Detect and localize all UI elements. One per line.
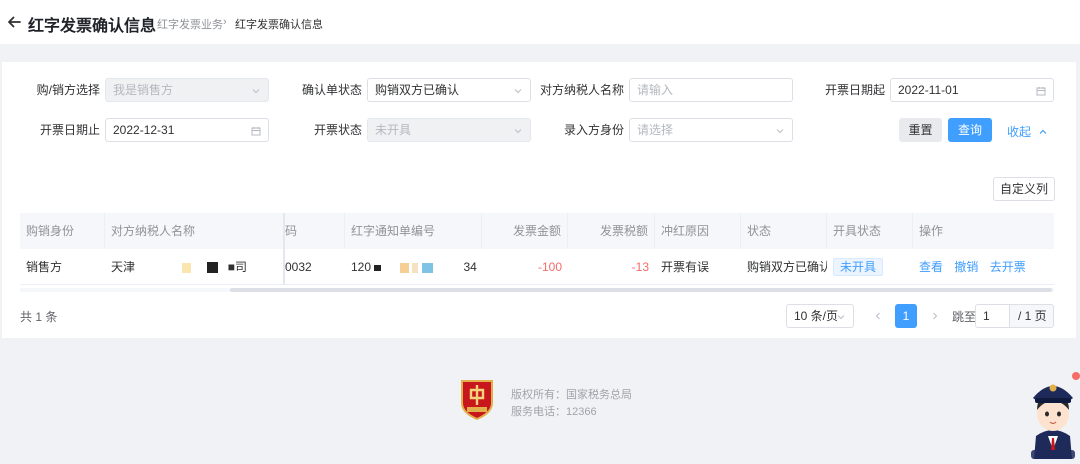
cell-counterparty: 天津 ■司 — [105, 249, 285, 285]
entry-role-select[interactable]: 请选择 — [629, 118, 793, 142]
issue-invoice-link[interactable]: 去开票 — [990, 260, 1026, 274]
collapse-toggle[interactable]: 收起 — [1007, 123, 1048, 139]
revoke-link[interactable]: 撤销 — [954, 260, 978, 274]
column-header-tax-id[interactable]: 码 — [285, 213, 345, 249]
cell-status: 购销双方已确认 — [741, 249, 827, 285]
breadcrumb-item-parent[interactable]: 红字发票业务 — [157, 16, 223, 32]
counterparty-name-prefix: 天津 — [111, 260, 136, 274]
date-from-picker[interactable]: 2022-11-01 — [890, 78, 1054, 102]
column-header-tax[interactable]: 发票税额 — [568, 213, 655, 249]
notice-number-prefix: 120 — [351, 260, 372, 274]
page-button-1[interactable]: 1 — [895, 304, 917, 328]
chevron-left-icon[interactable] — [872, 309, 884, 321]
jump-input[interactable]: 1 — [975, 304, 1010, 328]
calendar-icon — [1036, 87, 1046, 96]
chevron-down-icon — [252, 89, 260, 94]
redaction-block — [181, 262, 191, 273]
counterparty-placeholder: 请输入 — [637, 83, 674, 97]
issue-status-tag: 未开具 — [833, 258, 884, 276]
cell-tax-id: 0032 — [285, 249, 345, 285]
breadcrumb-separator: › — [223, 16, 227, 28]
mascot-icon[interactable] — [1026, 370, 1080, 459]
customize-columns-button[interactable]: 自定义列 — [993, 177, 1055, 201]
cell-actions: 查看 撤销 去开票 — [913, 249, 1054, 285]
chevron-up-icon — [1040, 129, 1047, 134]
date-to-picker[interactable]: 2022-12-31 — [105, 118, 269, 142]
horizontal-scrollbar-thumb[interactable] — [230, 288, 1052, 292]
column-header-status[interactable]: 状态 — [741, 213, 827, 249]
total-pages-label: / 1 页 — [1018, 309, 1047, 323]
query-button[interactable]: 查询 — [948, 118, 992, 142]
footer-phone: 服务电话：12366 — [511, 406, 597, 418]
cell-role: 销售方 — [20, 249, 105, 285]
entry-role-placeholder: 请选择 — [637, 123, 674, 137]
buyer-seller-value: 我是销售方 — [113, 83, 174, 97]
column-header-role[interactable]: 购销身份 — [20, 213, 105, 249]
buyer-seller-label: 购/销方选择 — [36, 83, 100, 97]
chevron-right-icon[interactable] — [929, 309, 941, 321]
issue-status-select[interactable]: 未开具 — [367, 118, 531, 142]
date-to-label: 开票日期止 — [39, 123, 100, 137]
search-card — [2, 62, 1076, 338]
date-from-label: 开票日期起 — [824, 83, 885, 97]
collapse-label: 收起 — [1007, 125, 1032, 139]
cell-issue-status: 未开具 — [827, 249, 913, 285]
chevron-down-icon — [776, 129, 784, 134]
breadcrumb-item-current: 红字发票确认信息 — [235, 19, 323, 31]
column-header-reason[interactable]: 冲红原因 — [655, 213, 741, 249]
page-size-value: 10 条/页 — [794, 309, 839, 323]
footer-copyright: 版权所有：国家税务总局 — [511, 389, 632, 401]
notice-number-suffix: 34 — [463, 260, 477, 274]
confirm-status-value: 购销双方已确认 — [375, 83, 460, 97]
counterparty-input[interactable]: 请输入 — [629, 78, 793, 102]
page-title: 红字发票确认信息 — [28, 18, 157, 35]
chevron-down-icon — [837, 315, 845, 320]
total-pages: / 1 页 — [1009, 304, 1054, 328]
redaction-block — [421, 262, 433, 273]
total-count: 共 1 条 — [20, 310, 58, 324]
back-arrow-icon[interactable] — [6, 14, 22, 30]
column-header-notice-number[interactable]: 红字通知单编号 — [345, 213, 482, 249]
cell-tax: -13 — [568, 249, 655, 285]
cell-notice-number: 120 34 — [345, 249, 482, 285]
redaction-block — [400, 262, 410, 273]
confirm-status-label: 确认单状态 — [301, 83, 362, 97]
redaction-block — [412, 262, 419, 273]
reset-button[interactable]: 重置 — [899, 118, 942, 142]
cell-amount: -100 — [482, 249, 568, 285]
view-link[interactable]: 查看 — [919, 260, 943, 274]
calendar-icon — [251, 127, 261, 136]
buyer-seller-select[interactable]: 我是销售方 — [105, 78, 269, 102]
chevron-down-icon — [514, 89, 522, 94]
entry-role-label: 录入方身份 — [563, 123, 624, 137]
confirm-status-select[interactable]: 购销双方已确认 — [367, 78, 531, 102]
tax-emblem-icon — [459, 378, 495, 421]
column-header-amount[interactable]: 发票金额 — [482, 213, 568, 249]
issue-status-value: 未开具 — [375, 123, 412, 137]
counterparty-label: 对方纳税人名称 — [539, 83, 624, 97]
redaction-block — [374, 264, 382, 271]
issue-status-label: 开票状态 — [313, 123, 362, 137]
date-to-value: 2022-12-31 — [113, 123, 175, 137]
column-header-counterparty[interactable]: 对方纳税人名称 — [105, 213, 285, 249]
counterparty-name-suffix: 司 — [234, 260, 247, 274]
column-header-actions: 操作 — [913, 213, 1054, 249]
jump-value: 1 — [983, 309, 990, 323]
page-size-select[interactable]: 10 条/页 — [786, 304, 854, 328]
cell-reason: 开票有误 — [655, 249, 741, 285]
date-from-value: 2022-11-01 — [898, 83, 959, 97]
column-header-issue-status[interactable]: 开具状态 — [827, 213, 913, 249]
chevron-down-icon — [514, 129, 522, 134]
redaction-block — [207, 262, 219, 274]
jump-label: 跳至 — [952, 310, 977, 324]
top-bar: 红字发票确认信息 红字发票业务 › 红字发票确认信息 — [0, 0, 1080, 44]
